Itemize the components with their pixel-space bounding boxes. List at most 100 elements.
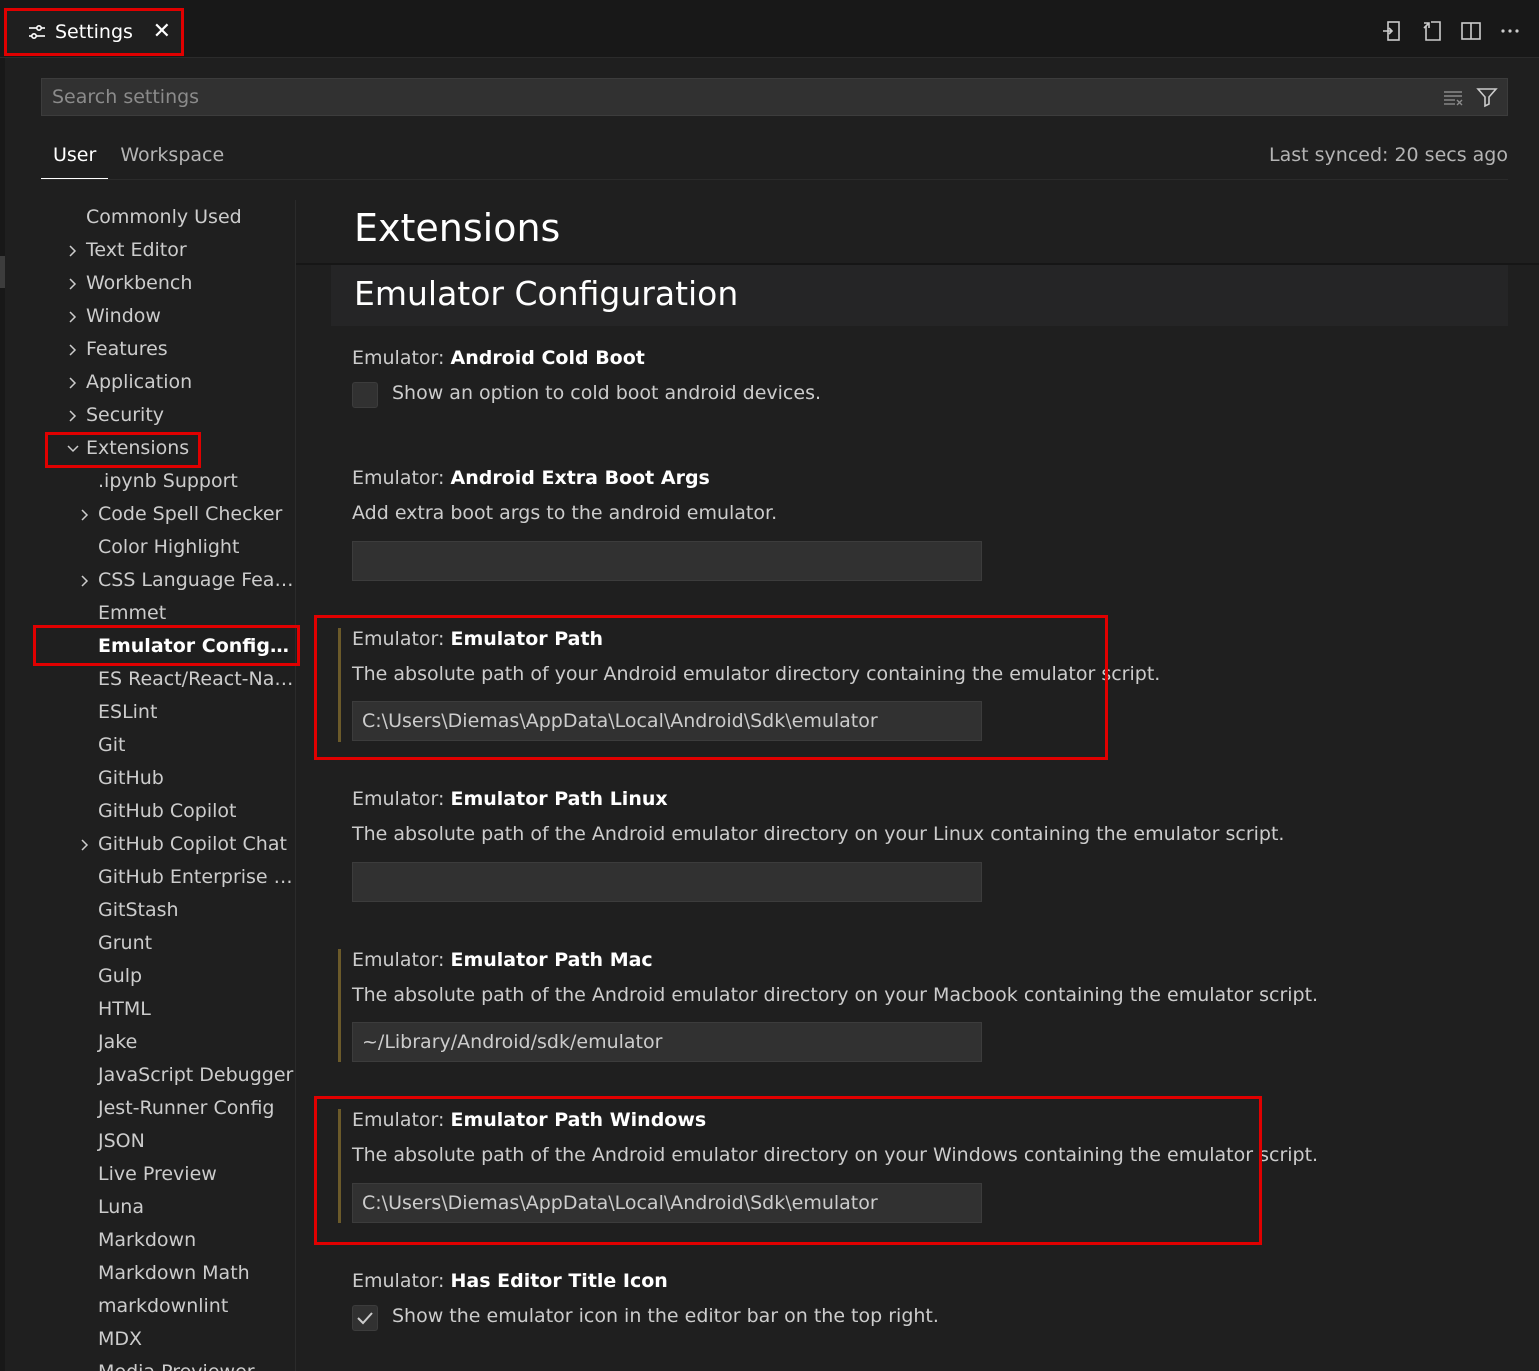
chevron-right-icon — [78, 498, 92, 531]
toc-item-label: JSON — [98, 1130, 145, 1152]
toc-item-label: Workbench — [86, 272, 193, 294]
toc-item-label: Markdown Math — [98, 1262, 250, 1284]
toc-item[interactable]: GitHub Copilot Chat — [72, 828, 294, 861]
setting-name: Android Cold Boot — [450, 347, 645, 369]
toc-item-label: Grunt — [98, 932, 153, 954]
toc-item[interactable]: Markdown Math — [72, 1257, 294, 1290]
toc-item-label: Window — [86, 305, 161, 327]
toc-item[interactable]: Code Spell Checker — [72, 498, 294, 531]
setting-category: Emulator: — [352, 949, 451, 971]
toc-item-label: Luna — [98, 1196, 144, 1218]
extra-boot-args-input[interactable] — [352, 541, 982, 581]
open-settings-file-icon[interactable] — [1419, 18, 1445, 44]
setting-name: Has Editor Title Icon — [450, 1270, 668, 1292]
toc-item-label: GitStash — [98, 899, 179, 921]
editor-title-icon-checkbox[interactable] — [352, 1305, 378, 1331]
checkmark-icon — [357, 1312, 373, 1325]
setting-description: Show the emulator icon in the editor bar… — [392, 1305, 939, 1327]
toc-item[interactable]: JavaScript Debugger — [72, 1059, 294, 1092]
setting-name: Android Extra Boot Args — [450, 467, 710, 489]
setting-title: Emulator: Emulator Path Linux — [352, 788, 668, 810]
toc-item[interactable]: Grunt — [72, 927, 294, 960]
toc-item[interactable]: Application — [60, 366, 294, 399]
toc-item[interactable]: Gulp — [72, 960, 294, 993]
toc-item[interactable]: Features — [60, 333, 294, 366]
toc-item[interactable]: GitHub Copilot — [72, 795, 294, 828]
toc-item[interactable]: Git — [72, 729, 294, 762]
setting-category: Emulator: — [352, 788, 451, 810]
setting-title: Emulator: Android Extra Boot Args — [352, 467, 710, 489]
setting-title: Emulator: Has Editor Title Icon — [352, 1270, 668, 1292]
highlight-emulator-config — [33, 625, 300, 666]
toc-item-label: Markdown — [98, 1229, 197, 1251]
more-actions-icon[interactable] — [1497, 18, 1523, 44]
toc-item-label: GitHub Copilot Chat — [98, 833, 287, 855]
toc-item-label: Gulp — [98, 965, 143, 987]
emulator-path-mac-input[interactable] — [352, 1022, 982, 1062]
chevron-right-icon — [66, 267, 80, 300]
toc-item-label: Code Spell Checker — [98, 503, 283, 525]
cold-boot-checkbox[interactable] — [352, 382, 378, 408]
toc-item[interactable]: Markdown — [72, 1224, 294, 1257]
setting-category: Emulator: — [352, 347, 451, 369]
toc-item-label: Jake — [98, 1031, 138, 1053]
highlight-extensions — [45, 432, 201, 468]
emulator-path-linux-input[interactable] — [352, 862, 982, 902]
toc-item[interactable]: Workbench — [60, 267, 294, 300]
toc-item-label: Jest-Runner Config — [98, 1097, 275, 1119]
toc-item-label: Emmet — [98, 602, 167, 624]
highlight-emulator-path-windows — [314, 1096, 1262, 1245]
toc-item[interactable]: Text Editor — [60, 234, 294, 267]
toc-item[interactable]: .ipynb Support — [72, 465, 294, 498]
toc-item-label: ESLint — [98, 701, 158, 723]
toc-item[interactable]: MDX — [72, 1323, 294, 1356]
toc-item[interactable]: GitStash — [72, 894, 294, 927]
toc-item[interactable]: GitHub — [72, 762, 294, 795]
toc-item-label: Git — [98, 734, 126, 756]
toc-item[interactable]: CSS Language Featur... — [72, 564, 294, 597]
split-editor-icon[interactable] — [1458, 18, 1484, 44]
toc-item[interactable]: Live Preview — [72, 1158, 294, 1191]
toc-item[interactable]: GitHub Enterprise Se... — [72, 861, 294, 894]
toc-item[interactable]: ESLint — [72, 696, 294, 729]
setting-title: Emulator: Emulator Path Mac — [352, 949, 653, 971]
toc-item-label: HTML — [98, 998, 151, 1020]
toc-item[interactable]: Color Highlight — [72, 531, 294, 564]
toc-item[interactable]: HTML — [72, 993, 294, 1026]
toc-item-label: GitHub — [98, 767, 164, 789]
setting-description: Show an option to cold boot android devi… — [392, 382, 822, 404]
toc-item[interactable]: Commonly Used — [60, 201, 294, 234]
toc-item[interactable]: Window — [60, 300, 294, 333]
setting-description: The absolute path of the Android emulato… — [352, 823, 1285, 845]
toc-item-label: JavaScript Debugger — [98, 1064, 294, 1086]
toc-item-label: GitHub Copilot — [98, 800, 237, 822]
toc-item[interactable]: Jest-Runner Config — [72, 1092, 294, 1125]
toc-item[interactable]: Luna — [72, 1191, 294, 1224]
highlight-emulator-path — [314, 615, 1108, 760]
toc-item-label: MDX — [98, 1328, 143, 1350]
toc-item[interactable]: markdownlint — [72, 1290, 294, 1323]
setting-category: Emulator: — [352, 1270, 451, 1292]
toc-item[interactable]: ES React/React-Nativ... — [72, 663, 294, 696]
modified-indicator — [338, 949, 341, 1062]
chevron-right-icon — [66, 300, 80, 333]
filter-icon[interactable] — [1473, 83, 1501, 111]
section-title: Extensions — [354, 206, 561, 250]
chevron-right-icon — [66, 234, 80, 267]
open-settings-json-icon[interactable] — [1379, 18, 1405, 44]
chevron-right-icon — [66, 366, 80, 399]
last-synced-status: Last synced: 20 secs ago — [1269, 144, 1508, 166]
toc-item[interactable]: JSON — [72, 1125, 294, 1158]
toc-item-label: Media Previewer — [98, 1361, 255, 1371]
toc-item[interactable]: Security — [60, 399, 294, 432]
toc-item-label: Text Editor — [86, 239, 187, 261]
toc-item-label: Commonly Used — [86, 206, 242, 228]
setting-description: Add extra boot args to the android emula… — [352, 502, 778, 524]
settings-toc: Commonly Used Text Editor Workbench Window F… — [0, 0, 296, 1371]
toc-item-label: Live Preview — [98, 1163, 217, 1185]
toc-item-label: Color Highlight — [98, 536, 240, 558]
toc-item[interactable]: Jake — [72, 1026, 294, 1059]
clear-filter-icon[interactable] — [1439, 83, 1467, 111]
toc-item[interactable]: Media Previewer — [72, 1356, 294, 1371]
toc-item-label: .ipynb Support — [98, 470, 238, 492]
